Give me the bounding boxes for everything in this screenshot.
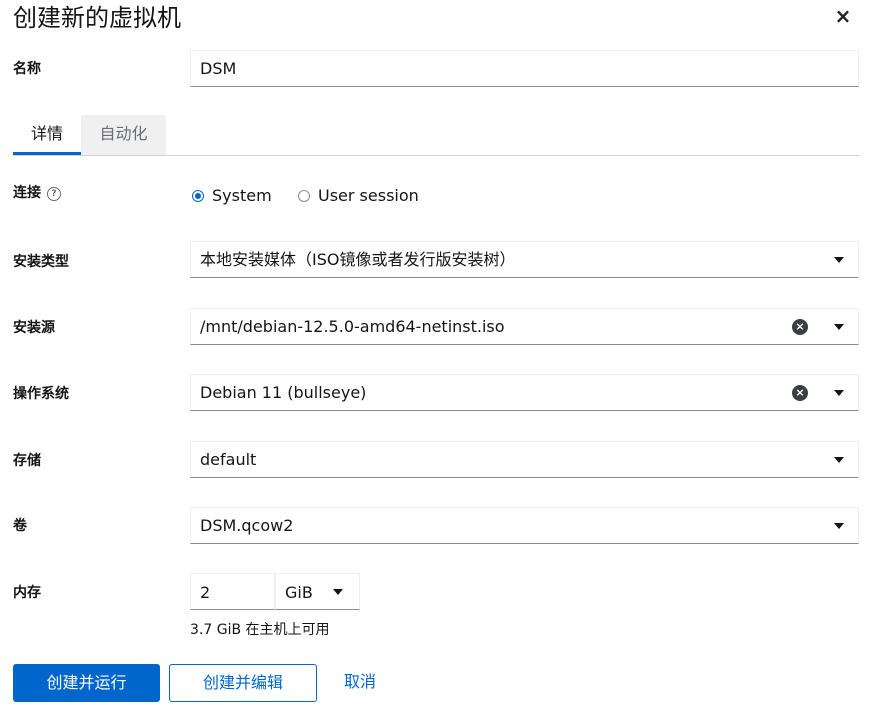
connection-label: 连接? xyxy=(13,183,61,203)
storage-value: default xyxy=(200,450,257,469)
caret-down-icon[interactable] xyxy=(834,390,844,396)
storage-select[interactable]: default xyxy=(190,441,859,478)
install-source-label: 安装源 xyxy=(13,320,55,336)
volume-value: DSM.qcow2 xyxy=(200,516,294,535)
caret-down-icon[interactable] xyxy=(333,589,343,595)
radio-system-dot[interactable] xyxy=(192,190,204,202)
clear-icon[interactable]: × xyxy=(792,319,808,335)
radio-user-session-dot[interactable] xyxy=(298,190,310,202)
tab-bar: 详情 自动化 xyxy=(13,115,860,156)
create-and-edit-button[interactable]: 创建并编辑 xyxy=(169,664,317,702)
create-and-run-button[interactable]: 创建并运行 xyxy=(13,664,160,702)
radio-user-session-label: User session xyxy=(318,186,419,205)
caret-down-icon[interactable] xyxy=(834,523,844,529)
install-type-label: 安装类型 xyxy=(13,254,69,270)
caret-down-icon[interactable] xyxy=(834,457,844,463)
install-source-select[interactable]: /mnt/debian-12.5.0-amd64-netinst.iso × xyxy=(190,308,859,345)
volume-label: 卷 xyxy=(13,518,27,534)
storage-label: 存储 xyxy=(13,453,41,469)
help-icon[interactable]: ? xyxy=(47,187,61,201)
caret-down-icon[interactable] xyxy=(834,257,844,263)
memory-input[interactable]: 2 xyxy=(190,573,275,610)
dialog-title: 创建新的虚拟机 xyxy=(13,4,181,32)
memory-value: 2 xyxy=(200,583,211,602)
memory-label: 内存 xyxy=(13,585,41,601)
install-type-value: 本地安装媒体（ISO镜像或者发行版安装树） xyxy=(200,250,516,269)
volume-select[interactable]: DSM.qcow2 xyxy=(190,507,859,544)
name-input[interactable]: DSM xyxy=(190,50,859,87)
caret-down-icon[interactable] xyxy=(834,324,844,330)
memory-unit-select[interactable]: GiB xyxy=(275,573,360,610)
install-type-select[interactable]: 本地安装媒体（ISO镜像或者发行版安装树） xyxy=(190,241,859,278)
connection-label-text: 连接 xyxy=(13,185,41,201)
clear-icon[interactable]: × xyxy=(792,385,808,401)
radio-system[interactable]: System xyxy=(192,186,272,206)
name-input-value: DSM xyxy=(200,59,237,78)
memory-helper-text: 3.7 GiB 在主机上可用 xyxy=(190,622,330,638)
os-select[interactable]: Debian 11 (bullseye) × xyxy=(190,374,859,411)
tab-automation[interactable]: 自动化 xyxy=(81,115,166,155)
close-icon[interactable]: × xyxy=(834,6,852,26)
os-value: Debian 11 (bullseye) xyxy=(200,383,367,402)
cancel-button[interactable]: 取消 xyxy=(330,664,390,702)
install-source-value: /mnt/debian-12.5.0-amd64-netinst.iso xyxy=(200,317,505,336)
tab-details[interactable]: 详情 xyxy=(13,115,81,155)
radio-system-label: System xyxy=(212,186,272,205)
os-label: 操作系统 xyxy=(13,386,69,402)
radio-user-session[interactable]: User session xyxy=(298,186,419,206)
name-label: 名称 xyxy=(13,61,41,77)
memory-unit-value: GiB xyxy=(285,583,313,602)
